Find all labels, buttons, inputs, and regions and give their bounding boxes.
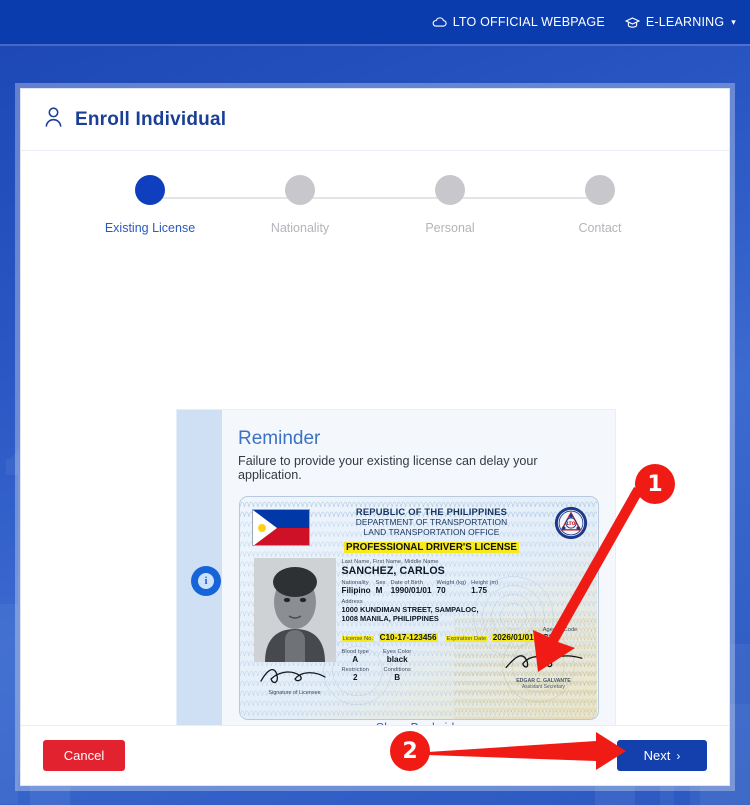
expiration-date-value: 2026/01/01 xyxy=(491,633,535,643)
blood-type-value: A xyxy=(352,655,359,665)
top-navigation-bar: LTO OFFICIAL WEBPAGE E-LEARNING ▾ xyxy=(0,0,750,44)
cloud-icon xyxy=(432,16,447,28)
license-address-block: Address 1000 KUNDIMAN STREET, SAMPALOC, … xyxy=(342,599,590,623)
show-backside-link[interactable]: Show Backside xyxy=(222,721,615,725)
field-nationality-value: Filipino xyxy=(341,586,371,595)
step-label-personal: Personal xyxy=(425,221,475,235)
philippine-flag-icon xyxy=(251,509,310,546)
drivers-license-card: REPUBLIC OF THE PHILIPPINES DEPARTMENT O… xyxy=(238,496,599,720)
reminder-content: Reminder Failure to provide your existin… xyxy=(222,410,615,725)
name-value: SANCHEZ, CARLOS xyxy=(341,565,445,577)
nav-label-lto-official-webpage: LTO OFFICIAL WEBPAGE xyxy=(452,15,605,29)
official-signature-icon xyxy=(505,655,582,669)
field-nationality: Nationality Filipino xyxy=(342,580,376,595)
address-line-1: 1000 KUNDIMAN STREET, SAMPALOC, xyxy=(341,605,479,614)
agency-code-value: C10 xyxy=(542,633,558,643)
svg-text:LTO: LTO xyxy=(566,521,575,527)
step-dot-personal[interactable] xyxy=(435,175,465,205)
field-dob-value: 1990/01/01 xyxy=(390,586,432,595)
eyes-color-value: black xyxy=(386,655,408,665)
next-button-label: Next xyxy=(643,748,671,763)
field-blood-type: Blood type A xyxy=(342,649,384,664)
step-label-existing-license: Existing License xyxy=(104,221,196,235)
expiration-date-label: Expiration Date xyxy=(445,636,488,643)
license-attribute-row: Nationality Filipino Sex M Date of Birth xyxy=(342,580,590,595)
step-personal[interactable]: Personal xyxy=(375,175,525,235)
chevron-down-icon[interactable]: ▾ xyxy=(731,17,736,28)
license-name-block: Last Name, First Name, Middle Name SANCH… xyxy=(342,559,590,577)
address-line-2: 1008 MANILA, PHILIPPINES xyxy=(341,614,439,624)
step-dot-existing-license[interactable] xyxy=(135,175,165,205)
field-sex: Sex M xyxy=(376,580,391,595)
license-header: REPUBLIC OF THE PHILIPPINES DEPARTMENT O… xyxy=(248,502,590,555)
license-country-line: REPUBLIC OF THE PHILIPPINES xyxy=(355,506,508,517)
field-weight: Weight (kg) 70 xyxy=(437,580,472,595)
cancel-button[interactable]: Cancel xyxy=(43,740,125,771)
official-title: Assistant Secretary xyxy=(521,684,566,691)
license-no-value: C10-17-123456 xyxy=(378,633,438,643)
licensee-signature-block: Signature of Licensee xyxy=(254,665,336,696)
field-weight-value: 70 xyxy=(436,586,446,595)
license-department-line: DEPARTMENT OF TRANSPORTATION xyxy=(355,517,508,527)
page-title: Enroll Individual xyxy=(75,108,227,130)
reminder-message: Failure to provide your existing license… xyxy=(238,454,538,482)
user-icon xyxy=(43,106,64,133)
nav-label-e-learning: E-LEARNING xyxy=(645,15,725,29)
next-button[interactable]: Next › xyxy=(617,740,707,771)
step-dot-nationality[interactable] xyxy=(285,175,315,205)
field-restriction: Restriction 2 xyxy=(342,667,384,682)
signature-scribble-icon xyxy=(259,669,326,684)
restriction-value: 2 xyxy=(352,673,358,683)
license-office-line: LAND TRANSPORTATION OFFICE xyxy=(363,527,500,537)
enrollment-panel: Enroll Individual Existing License Natio… xyxy=(20,88,730,786)
field-date-of-birth: Date of Birth 1990/01/01 xyxy=(391,580,437,595)
field-height-value: 1.75 xyxy=(471,586,488,595)
chevron-right-icon: › xyxy=(676,748,681,763)
license-photo xyxy=(253,558,336,662)
field-agency-code: Agency Code C10 xyxy=(543,627,586,645)
graduation-cap-icon xyxy=(624,16,640,29)
step-label-contact: Contact xyxy=(578,221,622,235)
nav-item-lto-official-webpage[interactable]: LTO OFFICIAL WEBPAGE xyxy=(432,15,605,29)
step-dot-contact[interactable] xyxy=(585,175,615,205)
field-conditions: Conditions B xyxy=(383,667,425,682)
license-no-label: License No. xyxy=(341,636,375,643)
step-contact[interactable]: Contact xyxy=(525,175,675,235)
license-id-row: License No. C10-17-123456 Expiration Dat… xyxy=(341,627,590,645)
license-bottom-row: Blood type A Restriction 2 Eyes Color bl… xyxy=(342,649,590,690)
step-nationality[interactable]: Nationality xyxy=(225,175,375,235)
licensee-signature-label: Signature of Licensee xyxy=(268,690,321,696)
step-existing-license[interactable]: Existing License xyxy=(75,175,225,235)
info-icon[interactable]: i xyxy=(191,566,221,596)
field-license-no: License No. C10-17-123456 xyxy=(341,627,446,645)
step-label-nationality: Nationality xyxy=(270,221,330,235)
nav-item-e-learning[interactable]: E-LEARNING ▾ xyxy=(624,15,736,29)
conditions-value: B xyxy=(394,673,401,683)
reminder-card: Reminder Failure to provide your existin… xyxy=(176,409,616,725)
annotation-badge-1: 1 xyxy=(635,464,675,504)
field-eyes-color: Eyes Color black xyxy=(383,649,425,664)
field-sex-value: M xyxy=(375,586,383,595)
annotation-badge-2: 2 xyxy=(390,731,430,771)
field-height: Height (m) 1.75 xyxy=(471,580,503,595)
lto-seal-icon: LTO xyxy=(554,506,587,540)
panel-footer: Cancel Next › xyxy=(21,725,729,785)
license-type-line: PROFESSIONAL DRIVER'S LICENSE xyxy=(344,542,519,553)
panel-body: Existing License Nationality Personal Co… xyxy=(21,151,729,725)
official-signature-block: EDGAR C. GALVANTE Assistant Secretary xyxy=(502,649,590,690)
reminder-title: Reminder xyxy=(238,428,321,449)
progress-stepper: Existing License Nationality Personal Co… xyxy=(75,175,675,253)
panel-header: Enroll Individual xyxy=(21,89,729,151)
info-icon-glyph: i xyxy=(198,573,214,589)
field-expiration-date: Expiration Date 2026/01/01 xyxy=(445,627,543,645)
